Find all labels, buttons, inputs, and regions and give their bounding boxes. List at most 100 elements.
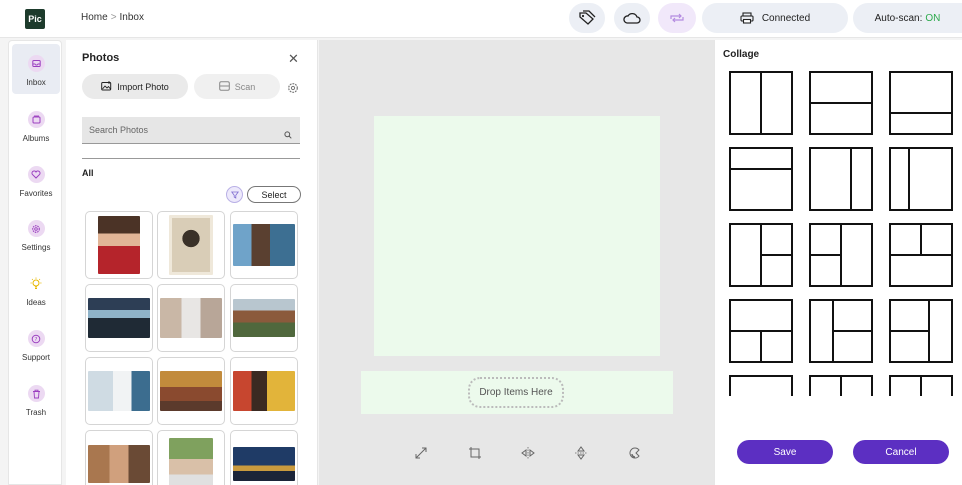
collage-canvas[interactable]: [374, 116, 660, 356]
top-bar: Pic Home > Inbox Connected Auto-scan: ON: [0, 0, 962, 38]
gear-icon: [27, 220, 45, 237]
photo-thumbnail[interactable]: [157, 211, 225, 279]
image-icon: [101, 80, 112, 93]
scanner-icon: [218, 80, 230, 93]
nav-label: Trash: [25, 408, 47, 417]
divider: [82, 158, 300, 159]
photo-thumbnail[interactable]: [230, 284, 298, 352]
nav-item-ideas[interactable]: Ideas: [12, 264, 60, 314]
collage-layout-bottom-heavy[interactable]: [729, 147, 793, 211]
scan-label: Scan: [234, 81, 256, 92]
breadcrumb-separator: >: [110, 12, 117, 23]
sync-button[interactable]: [658, 3, 696, 33]
breadcrumb-home[interactable]: Home: [81, 12, 108, 23]
collage-layout-single[interactable]: [729, 375, 793, 396]
autoscan-toggle[interactable]: Auto-scan: ON: [853, 3, 962, 33]
canvas-area: Drop Items Here: [319, 40, 714, 485]
drop-zone-label: Drop Items Here: [468, 377, 564, 408]
import-photo-button[interactable]: Import Photo: [82, 74, 188, 99]
close-icon[interactable]: ✕: [288, 51, 299, 67]
resize-tool[interactable]: [411, 445, 431, 465]
photo-image: [169, 215, 213, 275]
nav-item-settings[interactable]: Settings: [12, 209, 60, 259]
collage-layout-left-plus-two[interactable]: [729, 223, 793, 287]
printer-status-button[interactable]: Connected: [702, 3, 848, 33]
collage-layout-two-top-one-bottom[interactable]: [889, 223, 953, 287]
tags-button[interactable]: [569, 3, 605, 33]
photo-thumbnail[interactable]: [85, 430, 153, 485]
sync-icon: [668, 12, 686, 24]
search-input[interactable]: [82, 117, 300, 144]
cloud-icon: [623, 11, 641, 25]
photo-thumbnail[interactable]: [230, 357, 298, 425]
nav-item-support[interactable]: ? Support: [12, 319, 60, 369]
nav-label: Support: [21, 353, 51, 362]
scan-button[interactable]: Scan: [194, 74, 280, 99]
flip-horizontal-tool[interactable]: [518, 445, 538, 465]
collage-layout-one-top-two-bottom[interactable]: [729, 299, 793, 363]
photo-image: [233, 299, 295, 337]
photo-image: [160, 298, 222, 338]
drop-zone[interactable]: Drop Items Here: [361, 371, 673, 414]
breadcrumb-current: Inbox: [119, 12, 144, 23]
collage-layout-left-plus-three[interactable]: [809, 299, 873, 363]
color-tool[interactable]: [625, 445, 645, 465]
collage-title: Collage: [723, 49, 760, 60]
search-icon[interactable]: [284, 126, 292, 144]
photo-thumbnail[interactable]: [157, 284, 225, 352]
photo-thumbnail[interactable]: [230, 430, 298, 485]
save-button[interactable]: Save: [737, 440, 833, 464]
collage-layout-right-heavy[interactable]: [889, 147, 953, 211]
lightbulb-icon: [28, 275, 45, 292]
printer-icon: [740, 12, 754, 24]
cloud-button[interactable]: [614, 3, 650, 33]
heart-icon: [27, 166, 45, 183]
flip-vertical-tool[interactable]: [571, 445, 591, 465]
photo-thumbnail[interactable]: [157, 430, 225, 485]
nav-item-trash[interactable]: Trash: [12, 374, 60, 424]
collage-layouts: Collage: [715, 40, 962, 396]
nav-item-favorites[interactable]: Favorites: [12, 155, 60, 205]
autoscan-value: ON: [925, 12, 941, 24]
collage-layout-two-rows[interactable]: [809, 71, 873, 135]
autoscan-label: Auto-scan:: [874, 12, 923, 24]
svg-text:?: ?: [35, 337, 38, 343]
collage-layout-two-plus-right[interactable]: [809, 223, 873, 287]
nav-label: Albums: [22, 134, 50, 143]
filter-icon: [230, 186, 239, 204]
cancel-button[interactable]: Cancel: [853, 440, 949, 464]
nav-label: Favorites: [19, 189, 53, 198]
trash-icon: [27, 385, 45, 402]
tags-icon: [578, 10, 596, 26]
collage-layout-columns[interactable]: [809, 375, 873, 396]
nav-item-albums[interactable]: Albums: [12, 100, 60, 150]
nav-label: Inbox: [26, 78, 46, 87]
nav-item-inbox[interactable]: Inbox: [12, 44, 60, 94]
collage-layout-split-columns[interactable]: [889, 375, 953, 396]
gear-icon[interactable]: [287, 81, 299, 99]
photo-image: [88, 445, 150, 483]
collage-layout-two-columns[interactable]: [729, 71, 793, 135]
photo-image: [88, 298, 150, 338]
filter-button[interactable]: [226, 186, 243, 203]
albums-icon: [27, 111, 45, 128]
photo-thumbnail[interactable]: [85, 211, 153, 279]
photo-image: [160, 371, 222, 411]
photo-thumbnail[interactable]: [85, 284, 153, 352]
connection-status: Connected: [761, 12, 811, 24]
flip-horizontal-icon: [521, 446, 535, 464]
nav-label: Settings: [21, 243, 51, 252]
select-button[interactable]: Select: [247, 186, 301, 203]
photo-thumbnail[interactable]: [230, 211, 298, 279]
flip-vertical-icon: [575, 445, 587, 465]
nav-label: Ideas: [26, 298, 46, 307]
breadcrumb: Home > Inbox: [81, 12, 144, 23]
import-photo-label: Import Photo: [117, 81, 169, 92]
collage-layout-top-heavy[interactable]: [889, 71, 953, 135]
photo-thumbnail[interactable]: [85, 357, 153, 425]
crop-tool[interactable]: [465, 445, 485, 465]
collage-layout-three-plus-right[interactable]: [889, 299, 953, 363]
left-nav: Inbox Albums Favorites Settings Ideas ? …: [8, 40, 62, 485]
photo-thumbnail[interactable]: [157, 357, 225, 425]
collage-layout-left-heavy[interactable]: [809, 147, 873, 211]
